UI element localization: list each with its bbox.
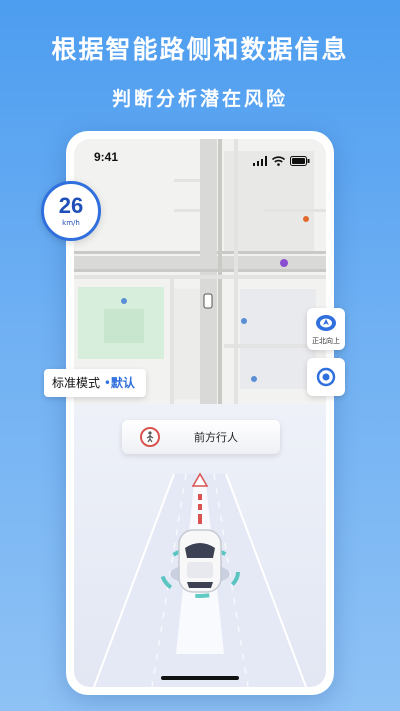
vehicle-icon bbox=[178, 529, 222, 593]
promo-headline: 根据智能路侧和数据信息 bbox=[51, 35, 349, 64]
driving-view: 前方行人 bbox=[74, 404, 326, 687]
speed-badge: 26 km/h bbox=[41, 181, 101, 241]
signal-icon bbox=[253, 151, 267, 170]
promo-subheadline: 判断分析潜在风险 bbox=[111, 88, 288, 110]
mode-label: 标准模式 bbox=[52, 376, 101, 390]
mode-selector[interactable]: 标准模式 •默认 bbox=[44, 369, 146, 397]
north-up-label: 正北向上 bbox=[312, 337, 340, 345]
pedestrian-warning-icon bbox=[140, 427, 160, 451]
home-indicator[interactable] bbox=[161, 676, 239, 680]
battery-icon bbox=[290, 151, 310, 170]
status-time: 9:41 bbox=[94, 150, 119, 164]
speed-value: 26 bbox=[58, 193, 84, 218]
status-bar: 9:41 bbox=[74, 147, 326, 169]
north-up-button[interactable]: 正北向上 bbox=[307, 308, 345, 350]
alert-card: 前方行人 bbox=[122, 420, 280, 454]
wifi-icon bbox=[271, 151, 286, 170]
phone-screen: 9:41 前方行人 bbox=[74, 139, 326, 687]
map-view[interactable] bbox=[74, 139, 326, 404]
speed-unit: km/h bbox=[62, 219, 80, 227]
mode-value: 默认 bbox=[110, 376, 135, 390]
alert-label: 前方行人 bbox=[194, 431, 238, 444]
locate-button[interactable] bbox=[307, 358, 345, 396]
compass-icon bbox=[315, 312, 337, 338]
phone-frame: 9:41 前方行人 bbox=[66, 131, 334, 695]
locate-icon bbox=[316, 367, 336, 391]
mode-dot: • bbox=[103, 376, 111, 390]
